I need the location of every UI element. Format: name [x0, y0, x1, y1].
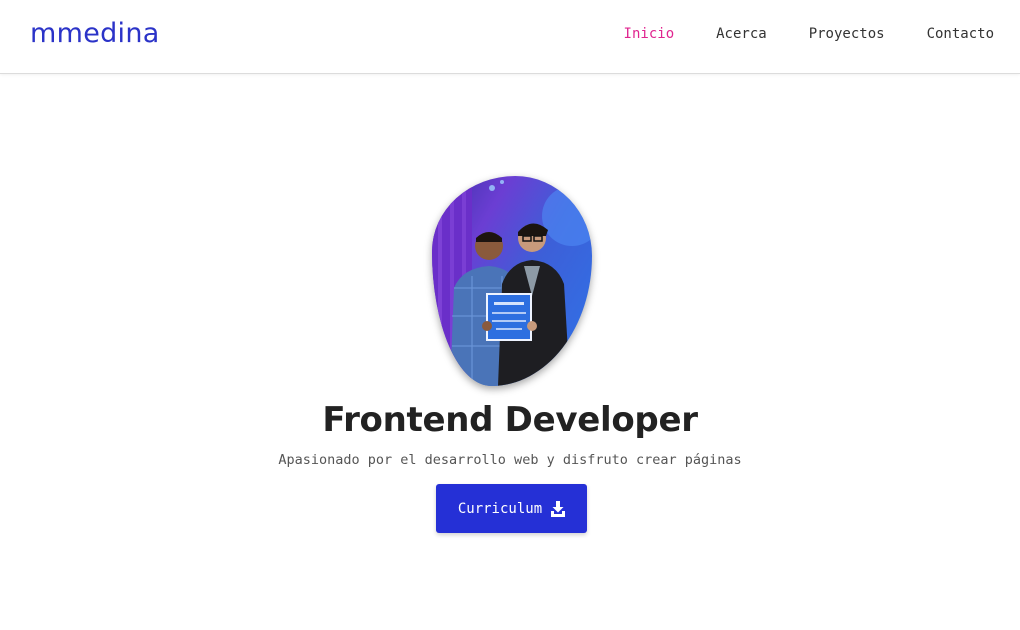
logo[interactable]: mmedina — [30, 18, 160, 49]
hero-title: Frontend Developer — [322, 400, 698, 440]
nav-link-proyectos[interactable]: Proyectos — [809, 26, 885, 42]
navbar: mmedina Inicio Acerca Proyectos Contacto — [0, 0, 1020, 74]
profile-photo — [432, 176, 592, 386]
curriculum-button-label: Curriculum — [457, 500, 543, 517]
nav-menu: Inicio Acerca Proyectos Contacto — [582, 26, 994, 42]
hero-subtitle: Apasionado por el desarrollo web y disfr… — [278, 452, 742, 468]
download-icon — [551, 500, 566, 517]
curriculum-download-button[interactable]: Curriculum — [436, 484, 587, 533]
nav-link-contacto[interactable]: Contacto — [927, 26, 994, 42]
hero-section: Frontend Developer Apasionado por el des… — [0, 74, 1020, 630]
nav-link-inicio[interactable]: Inicio — [624, 26, 675, 42]
nav-link-acerca[interactable]: Acerca — [716, 26, 767, 42]
